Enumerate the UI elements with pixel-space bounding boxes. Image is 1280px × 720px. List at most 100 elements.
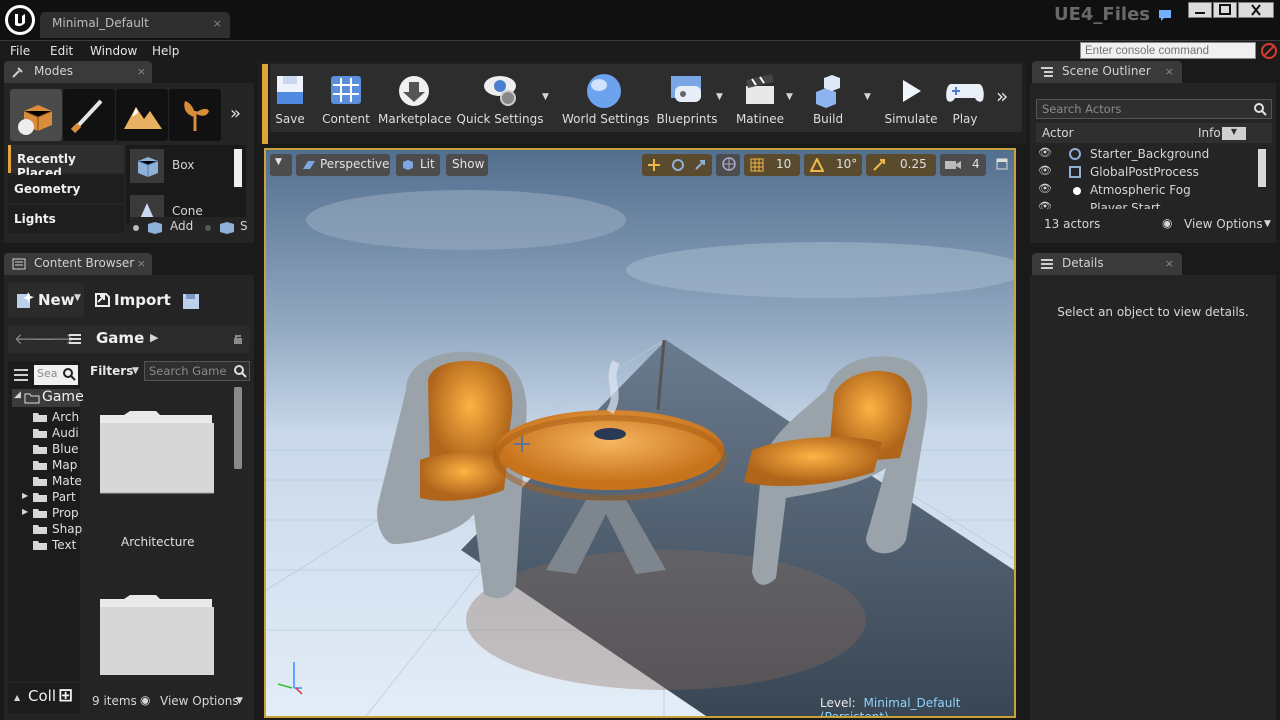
transform-tools[interactable] bbox=[642, 154, 712, 176]
column-actor[interactable]: Actor bbox=[1042, 126, 1074, 140]
world-local-toggle[interactable] bbox=[716, 154, 740, 176]
simulate-button[interactable]: Simulate bbox=[884, 66, 938, 130]
fog-icon bbox=[1073, 187, 1081, 195]
category-lights[interactable]: Lights bbox=[8, 205, 124, 233]
search-actors-input[interactable]: Search Actors bbox=[1036, 99, 1272, 119]
more-toolbar-icon[interactable]: » bbox=[996, 84, 1008, 108]
tree-item[interactable]: Shap bbox=[8, 521, 82, 537]
actor-row[interactable]: 👁 GlobalPostProcess bbox=[1036, 163, 1258, 181]
world-settings-button[interactable]: World Settings bbox=[562, 66, 649, 130]
quick-settings-dropdown-icon[interactable]: ▼ bbox=[542, 92, 549, 102]
info-dropdown-icon[interactable]: ▼ bbox=[1222, 127, 1246, 140]
tree-item[interactable]: ▶ Prop bbox=[8, 505, 80, 521]
paint-mode-button[interactable] bbox=[63, 89, 115, 141]
tab-content-browser[interactable]: Content Browser × bbox=[4, 253, 152, 275]
category-recently-placed[interactable]: Recently Placed bbox=[8, 145, 124, 180]
breadcrumb-arrow-icon[interactable]: ▶ bbox=[150, 331, 158, 344]
tab-details[interactable]: Details × bbox=[1032, 253, 1182, 275]
build-button[interactable]: Build bbox=[806, 66, 850, 130]
place-item-box[interactable]: Box bbox=[172, 158, 194, 172]
folder-tile-2[interactable] bbox=[96, 589, 218, 675]
tree-item[interactable]: Blue bbox=[8, 441, 80, 457]
tree-item[interactable]: Text bbox=[8, 537, 80, 553]
column-info[interactable]: Info bbox=[1198, 126, 1221, 140]
scale-snap[interactable]: 0.25 bbox=[866, 154, 936, 176]
tree-item[interactable]: Arch bbox=[8, 409, 80, 425]
build-dropdown-icon[interactable]: ▼ bbox=[864, 92, 871, 102]
breadcrumb-game[interactable]: Game bbox=[96, 329, 144, 347]
play-button[interactable]: Play bbox=[944, 66, 986, 130]
folder-icon bbox=[33, 461, 47, 470]
maximize-viewport-icon[interactable] bbox=[996, 158, 1008, 170]
console-input[interactable] bbox=[1080, 42, 1256, 59]
save-all-icon[interactable] bbox=[180, 291, 204, 311]
level-viewport[interactable]: ▼ Perspective Lit Show 10 10° 0.25 4 Lev… bbox=[264, 148, 1016, 718]
globe-icon bbox=[587, 74, 621, 108]
menu-file[interactable]: File bbox=[10, 44, 30, 58]
import-button[interactable]: Import bbox=[88, 283, 172, 317]
close-window-button[interactable] bbox=[1238, 2, 1274, 18]
details-empty-message: Select an object to view details. bbox=[1057, 305, 1249, 319]
add-collection-icon[interactable]: ⊞ bbox=[58, 685, 73, 706]
outliner-icon bbox=[1041, 67, 1053, 77]
actor-row[interactable]: 👁 Starter_Background bbox=[1036, 145, 1258, 163]
place-list-scrollbar[interactable] bbox=[234, 149, 242, 187]
tree-item[interactable]: Mate bbox=[8, 473, 82, 489]
blueprints-button[interactable]: Blueprints bbox=[656, 66, 718, 130]
place-mode-button[interactable] bbox=[10, 89, 62, 141]
tab-modes[interactable]: Modes × bbox=[4, 61, 152, 83]
show-button[interactable]: Show bbox=[446, 154, 488, 176]
quick-settings-button[interactable]: Quick Settings bbox=[457, 66, 544, 130]
tab-scene-outliner[interactable]: Scene Outliner × bbox=[1032, 61, 1182, 83]
close-tab-icon[interactable]: × bbox=[213, 17, 222, 30]
new-button[interactable]: New ▼ bbox=[8, 283, 84, 317]
perspective-button[interactable]: Perspective bbox=[296, 154, 390, 176]
tree-search-input[interactable]: Sea bbox=[34, 365, 78, 385]
asset-scrollbar[interactable] bbox=[234, 387, 242, 469]
matinee-dropdown-icon[interactable]: ▼ bbox=[786, 92, 793, 102]
menu-edit[interactable]: Edit bbox=[50, 44, 73, 58]
save-button[interactable]: Save bbox=[271, 66, 309, 130]
tree-item[interactable]: Map bbox=[8, 457, 80, 473]
folder-tile-architecture[interactable] bbox=[96, 407, 218, 495]
actor-row[interactable]: 👁 Player Start bbox=[1036, 199, 1258, 209]
filters-button[interactable]: Filters bbox=[90, 364, 133, 378]
actor-row[interactable]: 👁 Atmospheric Fog bbox=[1036, 181, 1258, 199]
feedback-icon[interactable] bbox=[1158, 8, 1172, 22]
blueprints-dropdown-icon[interactable]: ▼ bbox=[716, 92, 723, 102]
outliner-scrollbar[interactable] bbox=[1258, 149, 1266, 187]
more-modes-icon[interactable]: » bbox=[230, 103, 241, 124]
add-label[interactable]: Add bbox=[170, 219, 193, 233]
rotation-snap[interactable]: 10° bbox=[804, 154, 862, 176]
grid-snap[interactable]: 10 bbox=[744, 154, 800, 176]
camera-speed[interactable]: 4 bbox=[940, 154, 986, 176]
place-item-cone[interactable]: Cone bbox=[172, 204, 203, 218]
subtract-label[interactable]: S bbox=[240, 219, 248, 233]
tree-item[interactable]: Audi bbox=[8, 425, 80, 441]
matinee-button[interactable]: Matinee bbox=[734, 66, 786, 130]
folder-icon bbox=[33, 429, 47, 438]
collapse-icon[interactable]: ▲ bbox=[14, 693, 20, 702]
asset-search-input[interactable]: Search Game bbox=[144, 361, 250, 381]
landscape-mode-button[interactable] bbox=[116, 89, 168, 141]
lit-button[interactable]: Lit bbox=[396, 154, 440, 176]
tree-item-game[interactable]: ◢ Game bbox=[12, 389, 84, 407]
close-modes-icon[interactable]: × bbox=[137, 65, 146, 78]
maximize-button[interactable] bbox=[1213, 2, 1237, 18]
foliage-mode-button[interactable] bbox=[169, 89, 221, 141]
marketplace-button[interactable]: Marketplace bbox=[378, 66, 452, 130]
menu-help[interactable]: Help bbox=[152, 44, 179, 58]
level-tab[interactable]: Minimal_Default × bbox=[40, 12, 230, 38]
tree-item-label: Arch bbox=[52, 410, 80, 424]
outliner-view-options[interactable]: ◉ View Options ▼ bbox=[1162, 216, 1272, 232]
view-options-button[interactable]: ◉ View Options ▼ bbox=[140, 693, 250, 709]
minimize-button[interactable] bbox=[1188, 2, 1212, 18]
close-details-icon[interactable]: × bbox=[1165, 257, 1174, 270]
category-geometry[interactable]: Geometry bbox=[8, 175, 124, 203]
menu-window[interactable]: Window bbox=[90, 44, 137, 58]
tree-item[interactable]: ▶ Part bbox=[8, 489, 80, 505]
close-outliner-icon[interactable]: × bbox=[1165, 65, 1174, 78]
close-content-browser-icon[interactable]: × bbox=[137, 257, 146, 270]
viewport-options-dropdown[interactable]: ▼ bbox=[270, 154, 292, 176]
content-button[interactable]: Content bbox=[320, 66, 372, 130]
